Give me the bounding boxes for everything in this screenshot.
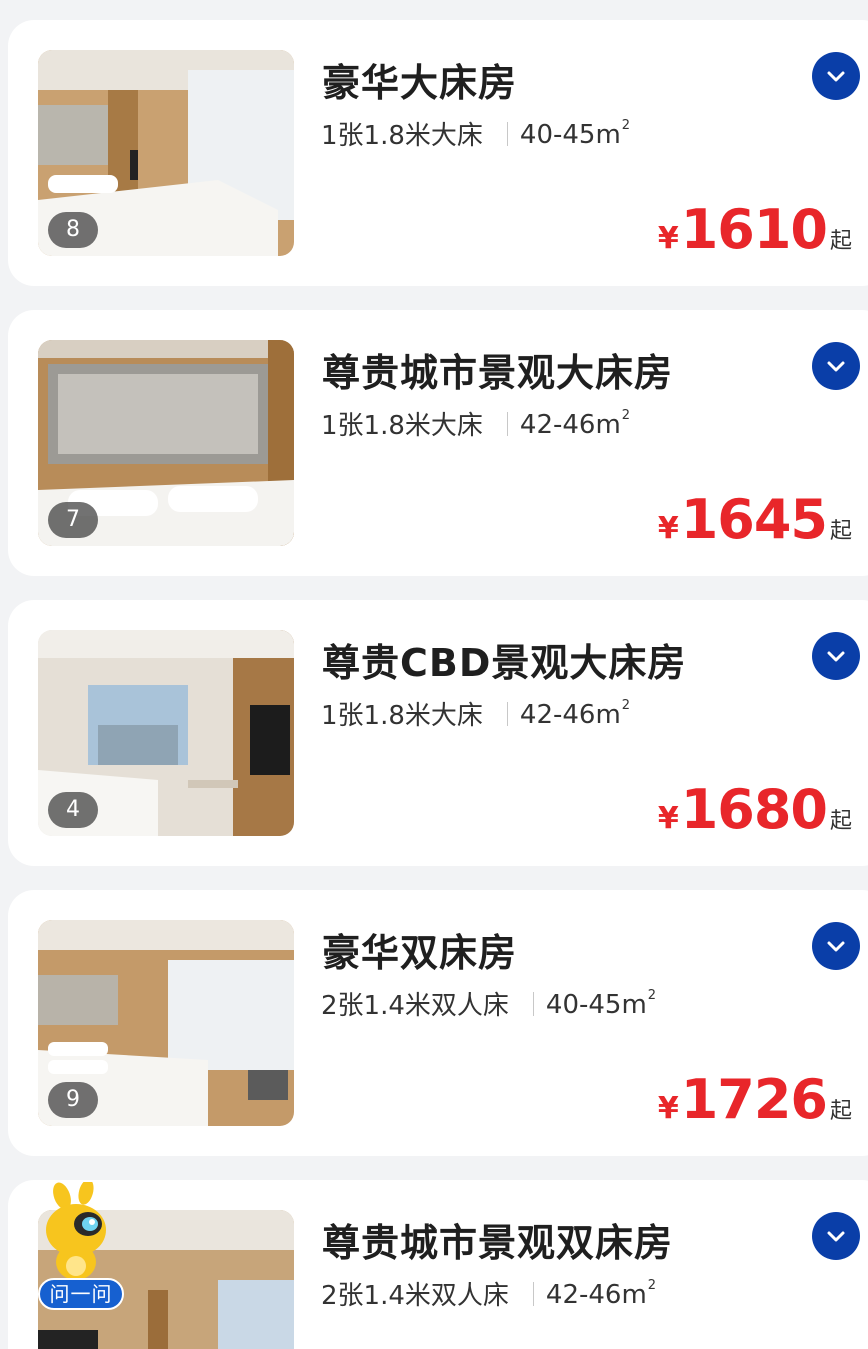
room-price: ¥ 1680 起 <box>657 778 852 841</box>
currency-symbol: ¥ <box>657 801 679 836</box>
price-suffix: 起 <box>829 229 852 254</box>
price-amount: 1726 <box>680 1068 828 1131</box>
meta-divider <box>532 1281 534 1306</box>
currency-symbol: ¥ <box>657 1091 679 1126</box>
price-amount: 1680 <box>680 778 828 841</box>
chevron-down-icon <box>827 651 845 662</box>
room-name: 豪华大床房 <box>322 61 518 105</box>
ask-assistant-widget[interactable]: 问一问 <box>36 1182 132 1312</box>
bed-info: 1张1.8米大床 <box>321 701 483 731</box>
room-area: 42-46m2 <box>519 697 631 730</box>
currency-symbol: ¥ <box>657 511 679 546</box>
price-suffix: 起 <box>829 519 852 544</box>
room-price: ¥ 1726 起 <box>657 1068 852 1131</box>
bed-info: 2张1.4米双人床 <box>321 1281 509 1311</box>
meta-divider <box>532 991 534 1016</box>
room-price: ¥ 1610 起 <box>657 198 852 261</box>
expand-button[interactable] <box>812 1212 860 1260</box>
photo-count-badge: 4 <box>48 792 98 828</box>
chevron-down-icon <box>827 941 845 952</box>
meta-divider <box>506 121 508 146</box>
room-name: 尊贵城市景观双床房 <box>322 1221 674 1265</box>
room-photo[interactable]: 7 <box>38 340 294 546</box>
photo-count-badge: 7 <box>48 502 98 538</box>
price-suffix: 起 <box>829 809 852 834</box>
mascot-icon <box>46 1182 106 1280</box>
room-meta: 1张1.8米大床 42-46m2 <box>321 695 630 732</box>
ask-assistant-label[interactable]: 问一问 <box>38 1278 124 1310</box>
room-meta: 1张1.8米大床 40-45m2 <box>321 115 630 152</box>
bed-info: 2张1.4米双人床 <box>321 991 509 1021</box>
price-amount: 1645 <box>680 488 828 551</box>
chevron-down-icon <box>827 361 845 372</box>
chevron-down-icon <box>827 1231 845 1242</box>
expand-button[interactable] <box>812 52 860 100</box>
room-meta: 2张1.4米双人床 40-45m2 <box>321 985 656 1022</box>
price-amount: 1610 <box>680 198 828 261</box>
room-name: 豪华双床房 <box>322 931 518 975</box>
expand-button[interactable] <box>812 342 860 390</box>
room-price: ¥ 1645 起 <box>657 488 852 551</box>
chevron-down-icon <box>827 71 845 82</box>
room-area: 40-45m2 <box>519 117 631 150</box>
room-name: 尊贵CBD景观大床房 <box>322 641 687 685</box>
room-list: 8 豪华大床房 1张1.8米大床 40-45m2 ¥ 1610 起 7 尊贵城市… <box>0 0 868 1349</box>
room-name: 尊贵城市景观大床房 <box>322 351 674 395</box>
room-photo[interactable]: 8 <box>38 50 294 256</box>
room-meta: 1张1.8米大床 42-46m2 <box>321 405 630 442</box>
price-suffix: 起 <box>829 1099 852 1124</box>
room-card[interactable]: 9 豪华双床房 2张1.4米双人床 40-45m2 ¥ 1726 起 <box>8 890 868 1156</box>
room-meta: 2张1.4米双人床 42-46m2 <box>321 1275 656 1312</box>
meta-divider <box>506 411 508 436</box>
bed-info: 1张1.8米大床 <box>321 411 483 441</box>
room-card[interactable]: 4 尊贵CBD景观大床房 1张1.8米大床 42-46m2 ¥ 1680 起 <box>8 600 868 866</box>
currency-symbol: ¥ <box>657 221 679 256</box>
room-area: 42-46m2 <box>545 1277 657 1310</box>
meta-divider <box>506 701 508 726</box>
room-area: 40-45m2 <box>545 987 657 1020</box>
room-card[interactable]: 8 豪华大床房 1张1.8米大床 40-45m2 ¥ 1610 起 <box>8 20 868 286</box>
room-area: 42-46m2 <box>519 407 631 440</box>
room-card[interactable]: 尊贵城市景观双床房 2张1.4米双人床 42-46m2 <box>8 1180 868 1349</box>
room-photo[interactable]: 4 <box>38 630 294 836</box>
photo-count-badge: 9 <box>48 1082 98 1118</box>
expand-button[interactable] <box>812 632 860 680</box>
photo-count-badge: 8 <box>48 212 98 248</box>
bed-info: 1张1.8米大床 <box>321 121 483 151</box>
expand-button[interactable] <box>812 922 860 970</box>
room-card[interactable]: 7 尊贵城市景观大床房 1张1.8米大床 42-46m2 ¥ 1645 起 <box>8 310 868 576</box>
room-photo[interactable]: 9 <box>38 920 294 1126</box>
